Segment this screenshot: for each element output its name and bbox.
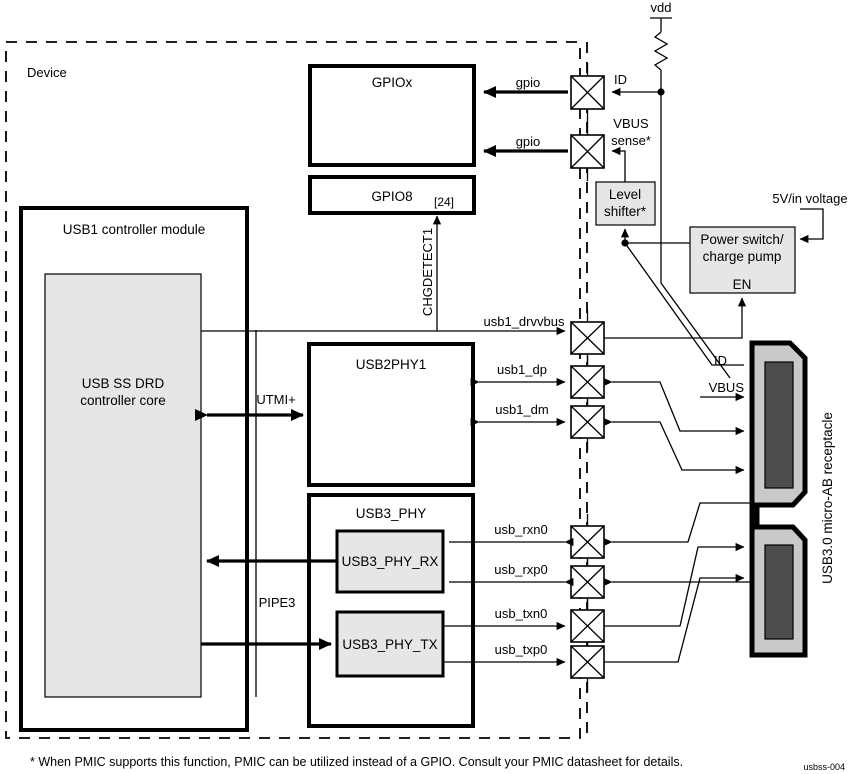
net-label-usb-rxn0: usb_rxn0 bbox=[494, 522, 547, 537]
block-gpio8-label: GPIO8 bbox=[371, 189, 412, 204]
footnote-text: * When PMIC supports this function, PMIC… bbox=[30, 755, 683, 769]
usb-receptacle-slot-bottom bbox=[764, 544, 794, 640]
net-label-gpio-bottom: gpio bbox=[516, 134, 541, 149]
pad-vbus-sense bbox=[570, 122, 605, 181]
net-label-receptacle-id: ID bbox=[714, 353, 727, 368]
block-usb2phy1-label: USB2PHY1 bbox=[356, 357, 427, 372]
block-usb-ss-drd-core bbox=[44, 273, 202, 698]
usb-receptacle-slot-top bbox=[764, 361, 794, 489]
block-gpiox-label: GPIOx bbox=[372, 75, 413, 90]
pad-usb-txp0 bbox=[570, 642, 605, 692]
net-label-vbus-sense-1: VBUS bbox=[613, 116, 649, 131]
net-label-vbus-sense-2: sense* bbox=[611, 133, 651, 148]
net-label-usb-txp0: usb_txp0 bbox=[495, 642, 548, 657]
wire-5v-in-voltage bbox=[799, 208, 824, 244]
net-label-usb1-drvvbus: usb1_drvvbus bbox=[484, 314, 565, 329]
net-label-5v-in-voltage: 5V/in voltage bbox=[772, 191, 847, 206]
block-power-switch-label-2: charge pump bbox=[703, 249, 782, 264]
device-boundary-label: Device bbox=[27, 65, 67, 80]
block-usb1-controller-module-label: USB1 controller module bbox=[63, 222, 206, 237]
wire-drvvbus-to-power-switch-en bbox=[604, 297, 747, 339]
block-usb3phy-rx-label: USB3_PHY_RX bbox=[342, 554, 439, 569]
block-power-switch-enable-label: EN bbox=[733, 277, 752, 292]
wire-txp0-to-receptacle bbox=[604, 573, 745, 663]
usb-receptacle-label: USB3.0 micro-AB receptacle bbox=[820, 412, 835, 584]
wire-level-shifter-to-vbus-pad bbox=[611, 146, 626, 182]
figure-id-tag: usbss-004 bbox=[803, 762, 845, 772]
block-usb-ss-drd-core-label-1: USB SS DRD bbox=[82, 376, 165, 391]
net-label-usb-txn0: usb_txn0 bbox=[495, 606, 548, 621]
net-label-usb1-dm: usb1_dm bbox=[495, 402, 548, 417]
block-power-switch-label-1: Power switch/ bbox=[700, 232, 784, 247]
block-level-shifter-label-1: Level bbox=[609, 187, 641, 202]
pad-id bbox=[570, 63, 605, 122]
net-label-vdd: vdd bbox=[651, 0, 672, 15]
block-gpio8-bit-label: [24] bbox=[434, 195, 454, 209]
usb-subsystem-block-diagram: Device GPIOx GPIO8 [24] USB1 controller … bbox=[5, 0, 848, 772]
wire-txn0-to-receptacle bbox=[604, 542, 745, 627]
block-usb3phy-tx-label: USB3_PHY_TX bbox=[342, 637, 437, 652]
net-label-id-top: ID bbox=[614, 72, 627, 87]
pullup-resistor-icon bbox=[653, 31, 669, 71]
net-label-pipe3: PIPE3 bbox=[259, 595, 296, 610]
net-label-chgdetect1: CHGDETECT1 bbox=[420, 228, 435, 316]
net-label-usb-rxp0: usb_rxp0 bbox=[494, 562, 547, 577]
net-label-gpio-top: gpio bbox=[516, 75, 541, 90]
wire-rxn0-to-receptacle bbox=[603, 502, 750, 547]
pad-usb1-dm bbox=[570, 398, 605, 450]
block-level-shifter-label-2: shifter* bbox=[604, 204, 647, 219]
net-label-usb1-dp: usb1_dp bbox=[497, 362, 547, 377]
wire-usb1-dm-to-receptacle bbox=[603, 417, 745, 475]
block-usb3phy-label: USB3_PHY bbox=[356, 506, 427, 521]
diagram-canvas: Device GPIOx GPIO8 [24] USB1 controller … bbox=[0, 0, 848, 774]
net-label-utmi-plus: UTMI+ bbox=[256, 392, 295, 407]
block-usb-ss-drd-core-label-2: controller core bbox=[80, 393, 166, 408]
net-label-receptacle-vbus: VBUS bbox=[709, 380, 745, 395]
